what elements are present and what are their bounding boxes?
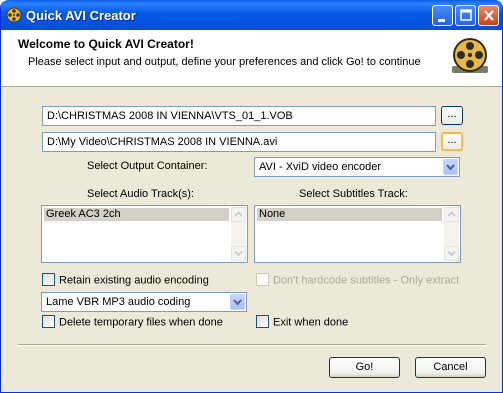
divider — [18, 344, 486, 346]
go-button[interactable]: Go! — [329, 357, 400, 378]
cancel-button[interactable]: Cancel — [415, 357, 486, 378]
scroll-down-button[interactable] — [444, 246, 459, 261]
input-path-field[interactable]: D:\CHRISTMAS 2008 IN VIENNA\VTS_01_1.VOB — [42, 106, 436, 126]
scroll-up-button[interactable] — [444, 207, 459, 222]
film-reel-logo-icon — [452, 38, 488, 73]
subtitles-track-label: Select Subtitles Track: — [299, 188, 408, 200]
exit-when-done-checkbox[interactable]: Exit when done — [256, 315, 349, 329]
list-item[interactable]: None — [257, 208, 442, 221]
audio-tracks-list[interactable]: Greek AC3 2ch — [41, 205, 248, 263]
dont-hardcode-subtitles-label: Don't hardcode subtitles - Only extract — [273, 274, 460, 287]
audio-tracks-label: Select Audio Track(s): — [87, 188, 194, 200]
browse-input-button[interactable]: ... — [441, 106, 463, 125]
browse-output-button[interactable]: ... — [441, 132, 463, 151]
audio-coding-select[interactable]: Lame VBR MP3 audio coding — [41, 292, 247, 312]
subtitles-list-scrollbar[interactable] — [444, 207, 459, 261]
minimize-icon — [438, 19, 445, 22]
dont-hardcode-subtitles-checkbox[interactable]: Don't hardcode subtitles - Only extract — [256, 273, 460, 287]
chevron-down-icon — [234, 250, 243, 257]
retain-audio-label: Retain existing audio encoding — [59, 274, 209, 287]
list-item[interactable]: Greek AC3 2ch — [44, 208, 229, 221]
output-container-label: Select Output Container: — [87, 160, 208, 172]
film-reel-icon — [6, 7, 22, 23]
output-container-select[interactable]: AVI - XviD video encoder — [254, 157, 460, 177]
checkbox-box[interactable] — [42, 273, 55, 286]
checkbox-box[interactable] — [256, 273, 269, 286]
window-title: Quick AVI Creator — [26, 8, 136, 23]
welcome-title: Welcome to Quick AVI Creator! — [18, 37, 194, 51]
title-bar[interactable]: Quick AVI Creator — [1, 0, 502, 30]
minimize-button[interactable] — [432, 5, 453, 26]
delete-temp-files-label: Delete temporary files when done — [59, 316, 223, 329]
maximize-icon — [460, 9, 472, 21]
audio-list-scrollbar[interactable] — [231, 207, 246, 261]
chevron-down-icon[interactable] — [443, 159, 458, 175]
chevron-up-icon — [234, 211, 243, 217]
audio-coding-value: Lame VBR MP3 audio coding — [46, 296, 191, 308]
exit-when-done-label: Exit when done — [273, 316, 349, 329]
checkbox-box[interactable] — [42, 315, 55, 328]
chevron-up-icon — [447, 211, 456, 217]
output-path-field[interactable]: D:\My Video\CHRISTMAS 2008 IN VIENNA.avi — [42, 132, 436, 152]
scroll-up-button[interactable] — [231, 207, 246, 222]
close-icon — [484, 10, 494, 21]
retain-audio-checkbox[interactable]: Retain existing audio encoding — [42, 273, 209, 287]
subtitles-track-list[interactable]: None — [254, 205, 461, 263]
welcome-subtitle: Please select input and output, define y… — [28, 56, 421, 68]
chevron-down-icon[interactable] — [230, 294, 245, 310]
checkbox-box[interactable] — [256, 315, 269, 328]
close-button[interactable] — [478, 5, 499, 26]
output-container-value: AVI - XviD video encoder — [259, 161, 382, 173]
maximize-button[interactable] — [455, 5, 476, 26]
scroll-down-button[interactable] — [231, 246, 246, 261]
welcome-header: Welcome to Quick AVI Creator! Please sel… — [1, 30, 502, 87]
main-window: Quick AVI Creator Welcome to Quick AVI C… — [0, 0, 503, 393]
chevron-down-icon — [447, 250, 456, 257]
delete-temp-files-checkbox[interactable]: Delete temporary files when done — [42, 315, 223, 329]
